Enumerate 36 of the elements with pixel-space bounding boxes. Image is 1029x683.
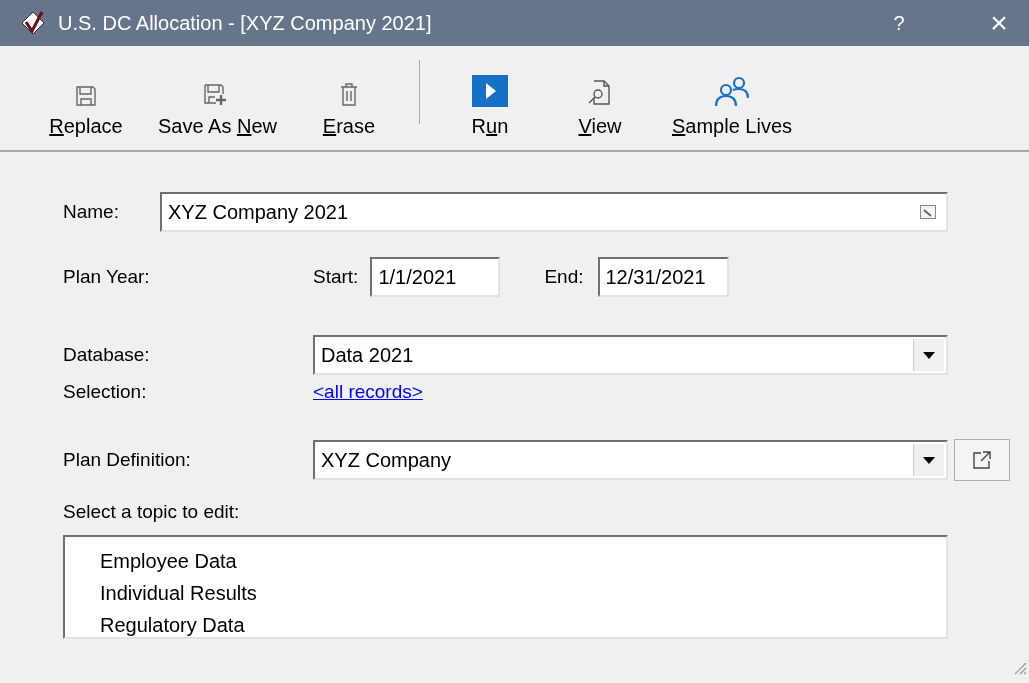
start-date-field[interactable]: 1/1/2021 [370,257,501,297]
toolbar-button[interactable]: Run [443,46,536,150]
topic-item[interactable]: Regulatory Data [98,609,247,641]
end-date-field[interactable]: 12/31/2021 [597,257,729,297]
checkmark-logo-icon [20,10,46,36]
topic-item[interactable]: Individual Results [98,577,259,609]
trash-icon [338,81,359,107]
field-label: Start: [313,266,359,288]
help-button[interactable]: ? [869,11,929,35]
dropdown-arrow-icon [923,456,935,464]
dropdown-arrow-icon [923,351,935,359]
external-link-icon [972,450,992,470]
close-button[interactable]: × [969,6,1029,40]
name-field[interactable]: XYZ Company 2021 [160,192,948,232]
topic-list[interactable]: Employee Data Individual Results Regulatory Data [63,535,948,639]
toolbar-button[interactable]: Sample Lives [663,46,801,150]
toolbar-button[interactable]: Erase [302,46,395,150]
field-label: Database: [63,344,151,366]
field-label: Select a topic to edit: [63,501,240,523]
field-label: Plan Year: [63,266,151,288]
topic-item[interactable]: Employee Data [98,545,239,577]
play-icon [471,75,508,107]
dropdown[interactable]: XYZ Company [313,440,948,480]
field-label: Selection: [63,381,148,403]
toolbar-button[interactable]: Replace [40,46,132,150]
dropdown[interactable]: Data 2021 [313,335,948,375]
open-external-button[interactable] [954,439,1010,481]
records-link[interactable]: <all records> [313,381,423,403]
field-label: End: [544,266,584,288]
toolbar-button[interactable]: View [553,46,646,150]
toolbar-button[interactable]: Save As New [150,46,285,150]
people-icon [713,75,751,107]
field-label: Name: [63,201,120,223]
small-form-icon [920,205,936,219]
field-label: Plan Definition: [63,449,192,471]
window-title: U.S. DC Allocation - [XYZ Company 2021] [58,11,433,35]
